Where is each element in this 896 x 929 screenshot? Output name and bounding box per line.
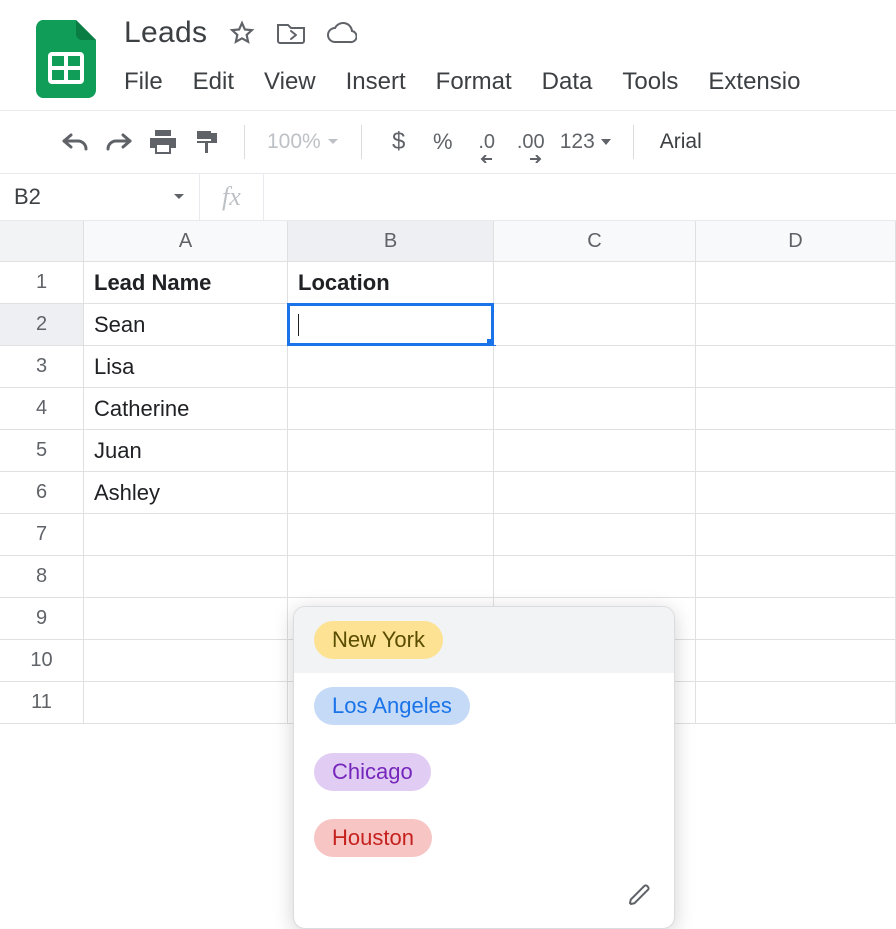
name-box[interactable]: B2 xyxy=(0,174,200,220)
text-cursor xyxy=(298,314,299,336)
row-header-10[interactable]: 10 xyxy=(0,640,84,681)
toolbar: 100% $ % .0 .00 123 Arial xyxy=(0,125,896,159)
redo-button[interactable] xyxy=(104,125,134,159)
menu-edit[interactable]: Edit xyxy=(193,68,234,96)
row-header-7[interactable]: 7 xyxy=(0,514,84,555)
chip-chicago: Chicago xyxy=(314,753,431,791)
cell-A2[interactable]: Sean xyxy=(84,304,288,345)
print-button[interactable] xyxy=(148,125,178,159)
cell-D2[interactable] xyxy=(696,304,896,345)
undo-button[interactable] xyxy=(60,125,90,159)
cell-A4[interactable]: Catherine xyxy=(84,388,288,429)
row-header-4[interactable]: 4 xyxy=(0,388,84,429)
menu-tools[interactable]: Tools xyxy=(622,68,678,96)
row-header-9[interactable]: 9 xyxy=(0,598,84,639)
cell-D5[interactable] xyxy=(696,430,896,471)
cell-C7[interactable] xyxy=(494,514,696,555)
edit-pencil-icon[interactable] xyxy=(628,883,652,912)
cell-A3[interactable]: Lisa xyxy=(84,346,288,387)
menu-view[interactable]: View xyxy=(264,68,316,96)
select-all-corner[interactable] xyxy=(0,221,84,261)
cell-B3[interactable] xyxy=(288,346,494,387)
cell-D11[interactable] xyxy=(696,682,896,723)
menu-insert[interactable]: Insert xyxy=(346,68,406,96)
data-validation-dropdown: New York Los Angeles Chicago Houston xyxy=(293,606,675,929)
cell-B2[interactable] xyxy=(288,304,494,345)
cell-A10[interactable] xyxy=(84,640,288,681)
cell-C5[interactable] xyxy=(494,430,696,471)
sheets-logo-icon[interactable] xyxy=(36,20,96,96)
move-icon[interactable] xyxy=(277,21,305,45)
dropdown-option-los-angeles[interactable]: Los Angeles xyxy=(294,673,674,739)
cell-C3[interactable] xyxy=(494,346,696,387)
doc-title[interactable]: Leads xyxy=(124,16,207,50)
cell-C4[interactable] xyxy=(494,388,696,429)
zoom-value: 100% xyxy=(267,130,321,154)
font-select[interactable]: Arial xyxy=(656,130,706,154)
name-box-value: B2 xyxy=(14,184,41,210)
menu-bar: File Edit View Insert Format Data Tools … xyxy=(124,68,800,96)
cell-D6[interactable] xyxy=(696,472,896,513)
cell-D8[interactable] xyxy=(696,556,896,597)
cell-C2[interactable] xyxy=(494,304,696,345)
currency-format-button[interactable]: $ xyxy=(384,125,414,159)
menu-file[interactable]: File xyxy=(124,68,163,96)
paint-format-button[interactable] xyxy=(192,125,222,159)
fx-icon: fx xyxy=(200,174,264,220)
row-header-5[interactable]: 5 xyxy=(0,430,84,471)
cell-B6[interactable] xyxy=(288,472,494,513)
cell-A1[interactable]: Lead Name xyxy=(84,262,288,303)
cell-B4[interactable] xyxy=(288,388,494,429)
col-header-D[interactable]: D xyxy=(696,221,896,261)
cell-A9[interactable] xyxy=(84,598,288,639)
cell-C6[interactable] xyxy=(494,472,696,513)
row-header-11[interactable]: 11 xyxy=(0,682,84,723)
row-header-6[interactable]: 6 xyxy=(0,472,84,513)
menu-data[interactable]: Data xyxy=(542,68,593,96)
cell-A5[interactable]: Juan xyxy=(84,430,288,471)
cell-A6[interactable]: Ashley xyxy=(84,472,288,513)
decrease-decimal-button[interactable]: .0 xyxy=(472,125,502,159)
col-header-B[interactable]: B xyxy=(288,221,494,261)
cell-B8[interactable] xyxy=(288,556,494,597)
cell-D4[interactable] xyxy=(696,388,896,429)
active-cell-border xyxy=(287,303,494,346)
cloud-status-icon[interactable] xyxy=(327,22,357,44)
dropdown-option-new-york[interactable]: New York xyxy=(294,607,674,673)
row-header-2[interactable]: 2 xyxy=(0,304,84,345)
row-header-1[interactable]: 1 xyxy=(0,262,84,303)
cell-D3[interactable] xyxy=(696,346,896,387)
row-header-8[interactable]: 8 xyxy=(0,556,84,597)
col-header-C[interactable]: C xyxy=(494,221,696,261)
dropdown-option-houston[interactable]: Houston xyxy=(294,805,674,871)
menu-extensions[interactable]: Extensio xyxy=(708,68,800,96)
star-icon[interactable] xyxy=(229,20,255,46)
col-header-A[interactable]: A xyxy=(84,221,288,261)
cell-A8[interactable] xyxy=(84,556,288,597)
cell-D1[interactable] xyxy=(696,262,896,303)
increase-decimal-button[interactable]: .00 xyxy=(516,125,546,159)
formula-input[interactable] xyxy=(264,174,896,220)
cell-B5[interactable] xyxy=(288,430,494,471)
chip-new-york: New York xyxy=(314,621,443,659)
chip-houston: Houston xyxy=(314,819,432,857)
dropdown-option-chicago[interactable]: Chicago xyxy=(294,739,674,805)
number-format-select[interactable]: 123 xyxy=(560,130,611,154)
menu-format[interactable]: Format xyxy=(436,68,512,96)
cell-D10[interactable] xyxy=(696,640,896,681)
cell-D7[interactable] xyxy=(696,514,896,555)
cell-A7[interactable] xyxy=(84,514,288,555)
cell-A11[interactable] xyxy=(84,682,288,723)
cell-B7[interactable] xyxy=(288,514,494,555)
zoom-select[interactable]: 100% xyxy=(267,130,339,154)
cell-C1[interactable] xyxy=(494,262,696,303)
percent-format-button[interactable]: % xyxy=(428,125,458,159)
cell-B1[interactable]: Location xyxy=(288,262,494,303)
row-header-3[interactable]: 3 xyxy=(0,346,84,387)
cell-C8[interactable] xyxy=(494,556,696,597)
cell-D9[interactable] xyxy=(696,598,896,639)
chip-los-angeles: Los Angeles xyxy=(314,687,470,725)
